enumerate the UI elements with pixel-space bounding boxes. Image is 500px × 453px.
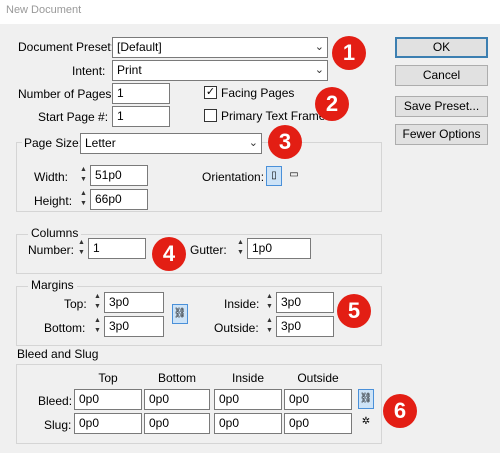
bleed-header-inside: Inside — [231, 371, 265, 385]
height-stepper[interactable]: ▲ ▼ — [78, 189, 89, 210]
slug-outside-field[interactable]: 0p0 — [284, 413, 352, 434]
up-arrow-icon[interactable]: ▲ — [78, 165, 89, 175]
margin-bottom-label: Bottom: — [44, 321, 86, 335]
annotation-badge-2: 2 — [315, 87, 349, 121]
annotation-badge-4: 4 — [152, 237, 186, 271]
fewer-options-button[interactable]: Fewer Options — [395, 124, 488, 145]
intent-label: Intent: — [72, 64, 106, 78]
up-arrow-icon[interactable]: ▲ — [92, 316, 103, 326]
chevron-down-icon: ⌄ — [314, 64, 324, 76]
ok-button[interactable]: OK — [395, 37, 488, 58]
number-of-pages-field[interactable]: 1 — [112, 83, 170, 104]
facing-pages-checkbox[interactable]: ✓ — [204, 86, 217, 99]
annotation-badge-1: 1 — [332, 36, 366, 70]
height-field[interactable]: 66p0 — [90, 189, 148, 210]
margin-outside-label: Outside: — [214, 321, 259, 335]
save-preset-button[interactable]: Save Preset... — [395, 96, 488, 117]
bleed-header-top: Top — [98, 371, 118, 385]
down-arrow-icon[interactable]: ▼ — [78, 199, 89, 209]
margins-title: Margins — [28, 278, 77, 292]
columns-number-field[interactable]: 1 — [88, 238, 146, 259]
bleed-inside-field[interactable]: 0p0 — [214, 389, 282, 410]
annotation-badge-5: 5 — [337, 294, 371, 328]
intent-dropdown[interactable]: Print ⌄ — [112, 60, 328, 81]
start-page-label: Start Page #: — [38, 110, 109, 124]
primary-text-frame-label: Primary Text Frame — [221, 109, 326, 123]
down-arrow-icon[interactable]: ▼ — [92, 302, 103, 312]
margin-outside-stepper[interactable]: ▲ ▼ — [264, 316, 275, 337]
down-arrow-icon[interactable]: ▼ — [76, 248, 87, 258]
chevron-down-icon: ⌄ — [314, 41, 324, 53]
document-preset-value: [Default] — [117, 40, 162, 54]
page-size-value: Letter — [85, 136, 116, 150]
margin-inside-field[interactable]: 3p0 — [276, 292, 334, 313]
landscape-orientation-icon[interactable]: ▭ — [286, 166, 302, 186]
margin-top-field[interactable]: 3p0 — [104, 292, 164, 313]
gutter-label: Gutter: — [190, 243, 227, 257]
bleed-top-field[interactable]: 0p0 — [74, 389, 142, 410]
margin-top-stepper[interactable]: ▲ ▼ — [92, 292, 103, 313]
slug-top-field[interactable]: 0p0 — [74, 413, 142, 434]
chain-link-broken-icon[interactable]: ✲ — [358, 413, 374, 433]
portrait-orientation-icon[interactable]: ▯ — [266, 166, 282, 186]
facing-pages-label: Facing Pages — [221, 86, 295, 100]
margin-bottom-stepper[interactable]: ▲ ▼ — [92, 316, 103, 337]
width-field[interactable]: 51p0 — [90, 165, 148, 186]
annotation-badge-3: 3 — [268, 125, 302, 159]
up-arrow-icon[interactable]: ▲ — [264, 316, 275, 326]
up-arrow-icon[interactable]: ▲ — [235, 238, 246, 248]
chain-link-icon[interactable]: ⛓ — [358, 389, 374, 409]
gutter-stepper[interactable]: ▲ ▼ — [235, 238, 246, 259]
down-arrow-icon[interactable]: ▼ — [78, 175, 89, 185]
margin-outside-field[interactable]: 3p0 — [276, 316, 334, 337]
document-preset-dropdown[interactable]: [Default] ⌄ — [112, 37, 328, 58]
intent-value: Print — [117, 63, 142, 77]
width-label: Width: — [34, 170, 69, 184]
cancel-button[interactable]: Cancel — [395, 65, 488, 86]
columns-number-stepper[interactable]: ▲ ▼ — [76, 238, 87, 259]
page-size-dropdown[interactable]: Letter ⌄ — [80, 133, 262, 154]
bleed-bottom-field[interactable]: 0p0 — [144, 389, 210, 410]
bleed-header-outside: Outside — [297, 371, 339, 385]
margin-top-label: Top: — [64, 297, 87, 311]
primary-text-frame-checkbox[interactable] — [204, 109, 217, 122]
chevron-down-icon: ⌄ — [248, 137, 258, 149]
window-title: New Document — [0, 0, 500, 24]
number-of-pages-label: Number of Pages: — [18, 87, 115, 101]
slug-bottom-field[interactable]: 0p0 — [144, 413, 210, 434]
bleed-label: Bleed: — [38, 394, 73, 408]
up-arrow-icon[interactable]: ▲ — [92, 292, 103, 302]
up-arrow-icon[interactable]: ▲ — [264, 292, 275, 302]
up-arrow-icon[interactable]: ▲ — [76, 238, 87, 248]
slug-label: Slug: — [44, 418, 72, 432]
columns-number-label: Number: — [28, 243, 75, 257]
width-stepper[interactable]: ▲ ▼ — [78, 165, 89, 186]
margin-inside-label: Inside: — [224, 297, 260, 311]
columns-title: Columns — [28, 226, 82, 240]
bleed-slug-title: Bleed and Slug — [14, 347, 102, 361]
new-document-dialog: Document Preset: [Default] ⌄ Intent: Pri… — [0, 24, 500, 453]
document-preset-label: Document Preset: — [18, 40, 115, 54]
down-arrow-icon[interactable]: ▼ — [235, 248, 246, 258]
down-arrow-icon[interactable]: ▼ — [264, 302, 275, 312]
up-arrow-icon[interactable]: ▲ — [78, 189, 89, 199]
bleed-header-bottom: Bottom — [157, 371, 196, 385]
margin-inside-stepper[interactable]: ▲ ▼ — [264, 292, 275, 313]
down-arrow-icon[interactable]: ▼ — [264, 326, 275, 336]
bleed-outside-field[interactable]: 0p0 — [284, 389, 352, 410]
slug-inside-field[interactable]: 0p0 — [214, 413, 282, 434]
gutter-field[interactable]: 1p0 — [247, 238, 311, 259]
annotation-badge-6: 6 — [383, 394, 417, 428]
orientation-label: Orientation: — [202, 170, 265, 184]
margin-bottom-field[interactable]: 3p0 — [104, 316, 164, 337]
page-size-label: Page Size: — [22, 136, 85, 150]
chain-link-icon[interactable]: ⛓ — [172, 304, 188, 324]
down-arrow-icon[interactable]: ▼ — [92, 326, 103, 336]
height-label: Height: — [34, 194, 73, 208]
start-page-field[interactable]: 1 — [112, 106, 170, 127]
